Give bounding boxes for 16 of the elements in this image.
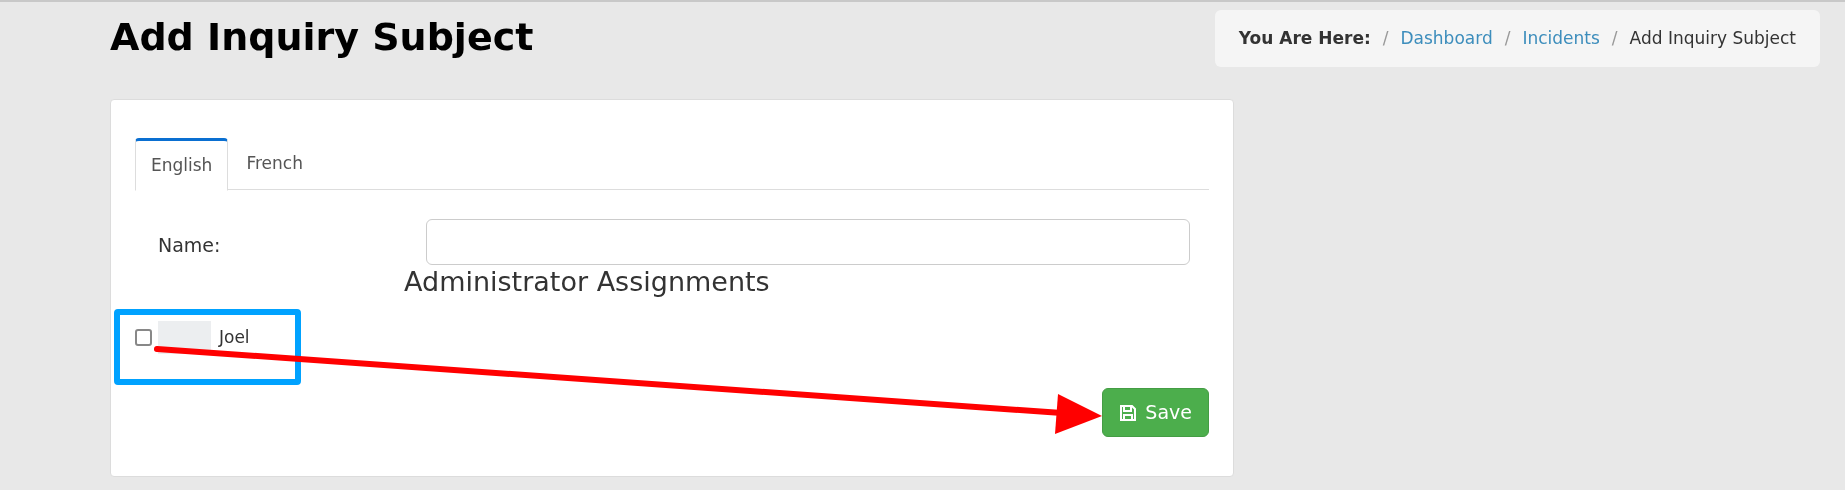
breadcrumb-link[interactable]: Dashboard: [1400, 25, 1493, 52]
section-heading: Administrator Assignments: [404, 265, 771, 299]
save-button[interactable]: Save: [1102, 388, 1209, 437]
page-title: Add Inquiry Subject: [110, 14, 534, 61]
administrator-name: Joel: [219, 326, 250, 349]
breadcrumb-current: Add Inquiry Subject: [1629, 26, 1796, 50]
name-input-field[interactable]: [426, 219, 1190, 265]
checkbox[interactable]: [135, 329, 152, 347]
breadcrumb-link[interactable]: Incidents: [1522, 25, 1600, 52]
breadcrumb-separator: /: [1504, 26, 1511, 50]
breadcrumb-separator: /: [1382, 26, 1389, 50]
language-tab[interactable]: French: [228, 138, 321, 190]
breadcrumb-separator: /: [1611, 26, 1618, 50]
name-label: Name:: [158, 233, 222, 258]
breadcrumb-label: You Are Here:: [1238, 26, 1371, 50]
language-tab[interactable]: English: [135, 138, 229, 191]
